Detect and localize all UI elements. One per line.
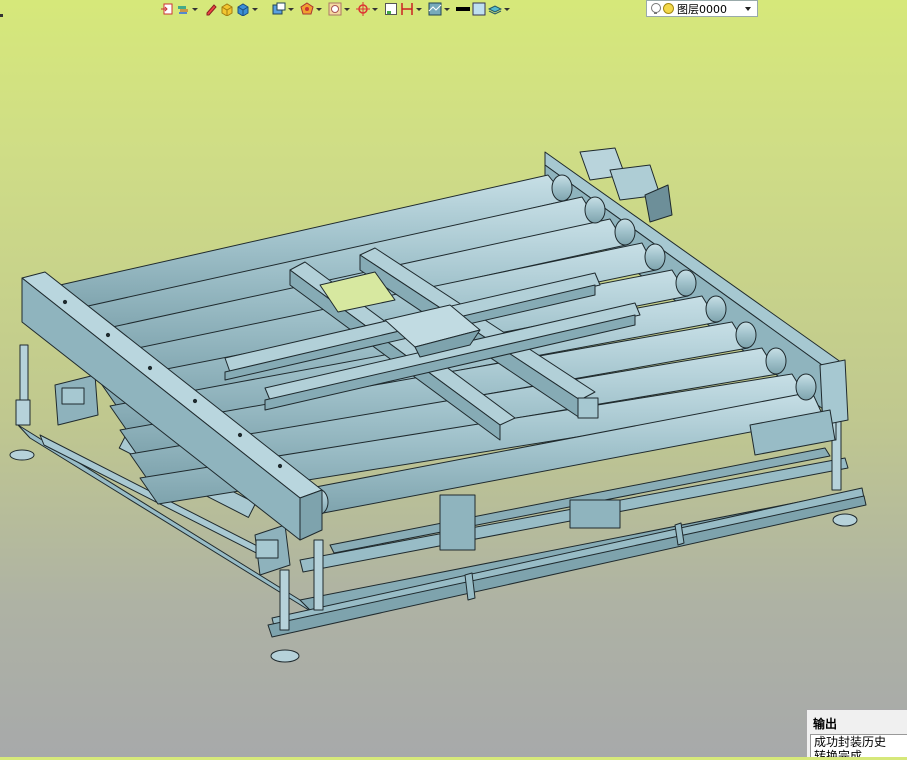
chevron-down-icon (288, 7, 294, 11)
chevron-down-icon (416, 7, 422, 11)
chevron-down-icon (745, 7, 751, 11)
output-panel: 输出 成功封装历史 转换完成 (806, 709, 907, 757)
pattern-icon (428, 2, 442, 16)
chevron-down-icon (504, 7, 510, 11)
fill-color-button[interactable] (472, 0, 486, 18)
solid-cube-icon (221, 3, 233, 16)
lightbulb-icon[interactable] (651, 3, 661, 14)
line-color-icon (456, 7, 470, 11)
chevron-down-icon (192, 7, 198, 11)
display-filter-button[interactable] (328, 0, 354, 18)
snap-target-icon (356, 2, 370, 16)
layer-stack-icon (488, 5, 502, 15)
dimension-button[interactable] (400, 0, 426, 18)
render-style-button[interactable] (300, 0, 326, 18)
toolbar (160, 0, 514, 18)
shaded-box-button[interactable] (236, 0, 262, 18)
display-filter-icon (328, 2, 342, 16)
layers-stack-button[interactable] (176, 0, 202, 18)
chevron-down-icon (316, 7, 322, 11)
view-orient-button[interactable] (272, 0, 298, 18)
chevron-down-icon (444, 7, 450, 11)
output-log-line: 转换完成 (814, 749, 863, 757)
render-style-icon (300, 2, 314, 15)
sketch-button[interactable] (204, 0, 218, 18)
output-panel-title: 输出 (813, 717, 838, 731)
chevron-down-icon (252, 7, 258, 11)
layer-select-value: 图层0000 (677, 2, 727, 16)
fill-color-icon (472, 2, 486, 16)
pattern-button[interactable] (428, 0, 454, 18)
solid-button[interactable] (220, 0, 234, 18)
frame-icon (385, 3, 397, 15)
conveyor-model (9, 147, 867, 663)
layer-stack-button[interactable] (488, 0, 514, 18)
dimension-icon (401, 3, 413, 15)
corner-marker (0, 14, 3, 17)
pencil-icon (206, 4, 217, 16)
chevron-down-icon (372, 7, 378, 11)
shaded-box-icon (237, 3, 249, 16)
sun-icon[interactable] (663, 3, 674, 14)
model-viewport[interactable] (0, 18, 907, 757)
insert-part-button[interactable] (160, 0, 174, 18)
snap-target-button[interactable] (356, 0, 382, 18)
output-log-line: 成功封装历史 (814, 735, 887, 749)
chevron-down-icon (344, 7, 350, 11)
view-orient-icon (272, 2, 286, 15)
frame-button[interactable] (384, 0, 398, 18)
line-color-button[interactable] (456, 0, 470, 18)
output-log[interactable]: 成功封装历史 转换完成 (810, 734, 907, 757)
layers-stack-icon (178, 6, 188, 14)
insert-part-icon (161, 3, 173, 15)
layer-select[interactable]: 图层0000 (646, 0, 758, 17)
